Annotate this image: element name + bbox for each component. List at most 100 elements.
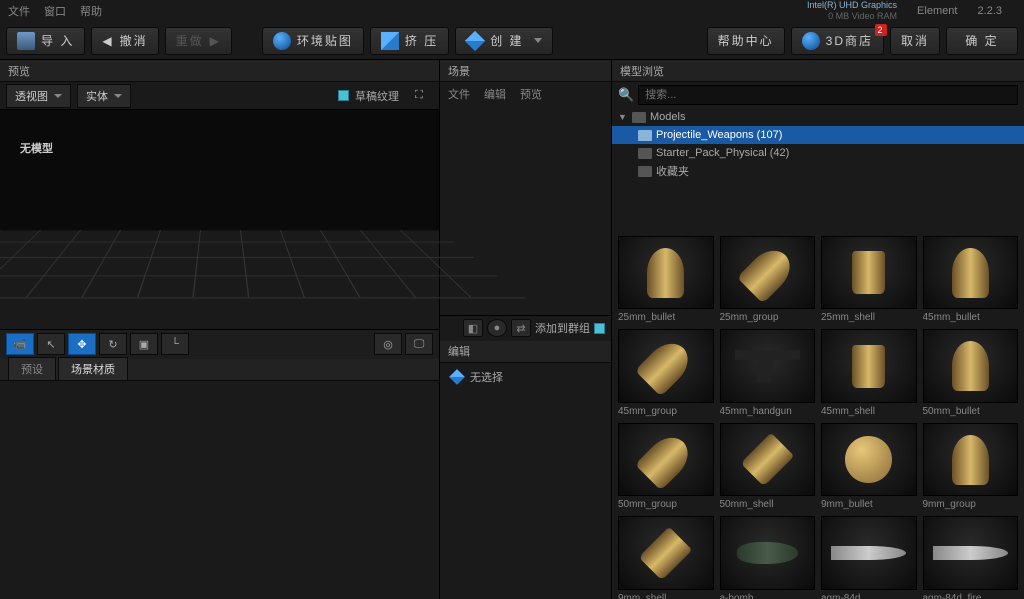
extrude-icon bbox=[381, 32, 399, 50]
menu-window[interactable]: 窗口 bbox=[44, 3, 66, 19]
tree-folder-selected[interactable]: Projectile_Weapons (107) bbox=[612, 126, 1024, 144]
thumb-label: 45mm_bullet bbox=[923, 312, 1019, 323]
vram-label: 0 MB Video RAM bbox=[807, 11, 897, 22]
model-thumb[interactable]: 45mm_bullet bbox=[923, 236, 1019, 323]
cube-icon bbox=[465, 30, 485, 50]
browser-panel-header: 模型浏览 bbox=[612, 60, 1024, 82]
undo-button[interactable]: ◀撤消 bbox=[91, 27, 158, 55]
camera-tool[interactable]: 📹 bbox=[6, 333, 34, 355]
cube-icon bbox=[449, 369, 465, 385]
model-thumb[interactable]: 25mm_shell bbox=[821, 236, 917, 323]
gpu-label: Intel(R) UHD Graphics bbox=[807, 0, 897, 11]
viewport-status: 无模型 bbox=[20, 140, 53, 156]
model-thumb[interactable]: 45mm_group bbox=[618, 329, 714, 416]
scene-edit[interactable]: 编辑 bbox=[484, 86, 506, 102]
draft-checkbox[interactable] bbox=[338, 90, 349, 101]
menu-help[interactable]: 帮助 bbox=[80, 3, 102, 19]
model-thumb[interactable]: 45mm_handgun bbox=[720, 329, 816, 416]
tree-root[interactable]: ▼Models bbox=[612, 108, 1024, 126]
ok-button[interactable]: 确 定 bbox=[946, 27, 1018, 55]
bottom-tabs: 预设 场景材质 bbox=[0, 359, 439, 381]
undo-icon: ◀ bbox=[102, 34, 113, 48]
sphere-button[interactable]: ● bbox=[487, 319, 507, 337]
grid-floor bbox=[0, 230, 526, 299]
target-tool[interactable]: ◎ bbox=[374, 333, 402, 355]
globe-icon bbox=[273, 32, 291, 50]
axis-button[interactable]: ◧ bbox=[463, 319, 483, 337]
thumb-label: 9mm_group bbox=[923, 499, 1019, 510]
tree-folder[interactable]: Starter_Pack_Physical (42) bbox=[612, 144, 1024, 162]
model-thumb[interactable]: 9mm_group bbox=[923, 423, 1019, 510]
model-thumb[interactable]: 25mm_group bbox=[720, 236, 816, 323]
folder-icon bbox=[17, 32, 35, 50]
scene-preview[interactable]: 预览 bbox=[520, 86, 542, 102]
model-thumb[interactable]: 50mm_bullet bbox=[923, 329, 1019, 416]
draft-label: 草稿纹理 bbox=[355, 88, 399, 104]
store-badge: 2 bbox=[875, 24, 887, 36]
thumb-label: agm-84d_fire bbox=[923, 593, 1019, 599]
model-thumb[interactable]: agm-84d_fire bbox=[923, 516, 1019, 599]
search-icon: 🔍 bbox=[618, 87, 634, 103]
scene-submenu: 文件 编辑 预览 bbox=[440, 82, 611, 106]
extrude-button[interactable]: 挤 压 bbox=[370, 27, 449, 55]
thumb-label: 9mm_bullet bbox=[821, 499, 917, 510]
thumb-label: 25mm_shell bbox=[821, 312, 917, 323]
model-thumb[interactable]: 9mm_bullet bbox=[821, 423, 917, 510]
model-thumb[interactable]: 45mm_shell bbox=[821, 329, 917, 416]
import-button[interactable]: 导 入 bbox=[6, 27, 85, 55]
preview-viewport[interactable]: 无模型 bbox=[0, 110, 439, 329]
edit-panel-header: 编辑 bbox=[440, 341, 611, 363]
edit-panel-body bbox=[440, 391, 611, 599]
folder-icon bbox=[638, 148, 652, 159]
model-thumb[interactable]: 50mm_shell bbox=[720, 423, 816, 510]
system-info: Intel(R) UHD Graphics 0 MB Video RAM bbox=[807, 0, 897, 22]
move-tool[interactable]: ✥ bbox=[68, 333, 96, 355]
model-thumb[interactable]: agm-84d bbox=[821, 516, 917, 599]
monitor-tool[interactable]: 🖵 bbox=[405, 333, 433, 355]
cancel-button[interactable]: 取消 bbox=[890, 27, 940, 55]
search-input[interactable] bbox=[638, 85, 1018, 105]
transform-tools: 📹 ↖ ✥ ↻ ▣ └ ◎ 🖵 bbox=[0, 329, 439, 359]
display-mode-dropdown[interactable]: 实体 bbox=[77, 84, 131, 108]
thumb-label: 45mm_handgun bbox=[720, 406, 816, 417]
scale-tool[interactable]: ▣ bbox=[130, 333, 158, 355]
scene-file[interactable]: 文件 bbox=[448, 86, 470, 102]
environment-button[interactable]: 环境贴图 bbox=[262, 27, 364, 55]
thumb-label: agm-84d bbox=[821, 593, 917, 599]
store-button[interactable]: 3D商店2 bbox=[791, 27, 884, 55]
thumb-label: 45mm_shell bbox=[821, 406, 917, 417]
redo-icon: ▶ bbox=[210, 34, 221, 48]
thumb-label: 45mm_group bbox=[618, 406, 714, 417]
link-button[interactable]: ⇄ bbox=[511, 319, 531, 337]
rotate-tool[interactable]: ↻ bbox=[99, 333, 127, 355]
model-thumb[interactable]: 25mm_bullet bbox=[618, 236, 714, 323]
no-selection: 无选择 bbox=[440, 363, 611, 391]
folder-icon bbox=[638, 130, 652, 141]
create-button[interactable]: 创 建 bbox=[455, 27, 552, 55]
menu-bar: 文件 窗口 帮助 Intel(R) UHD Graphics 0 MB Vide… bbox=[0, 0, 1024, 22]
fullscreen-icon[interactable]: ⛶ bbox=[405, 85, 433, 107]
select-tool[interactable]: ↖ bbox=[37, 333, 65, 355]
group-checkbox[interactable] bbox=[594, 323, 605, 334]
model-thumb[interactable]: 50mm_group bbox=[618, 423, 714, 510]
model-thumb[interactable]: a-bomb bbox=[720, 516, 816, 599]
menu-file[interactable]: 文件 bbox=[8, 3, 30, 19]
thumb-label: a-bomb bbox=[720, 593, 816, 599]
anchor-tool[interactable]: └ bbox=[161, 333, 189, 355]
view-mode-dropdown[interactable]: 透视图 bbox=[6, 84, 71, 108]
tab-preset[interactable]: 预设 bbox=[8, 357, 56, 381]
thumb-label: 50mm_group bbox=[618, 499, 714, 510]
model-thumb[interactable]: 9mm_shell bbox=[618, 516, 714, 599]
thumb-label: 25mm_bullet bbox=[618, 312, 714, 323]
help-center-button[interactable]: 帮助中心 bbox=[707, 27, 785, 55]
material-panel bbox=[0, 381, 439, 599]
thumb-label: 50mm_shell bbox=[720, 499, 816, 510]
scene-panel-header: 场景 bbox=[440, 60, 611, 82]
redo-button[interactable]: 重做▶ bbox=[165, 27, 232, 55]
thumb-label: 25mm_group bbox=[720, 312, 816, 323]
tree-favorites[interactable]: 收藏夹 bbox=[612, 162, 1024, 180]
tab-scene-material[interactable]: 场景材质 bbox=[58, 357, 128, 381]
globe-icon bbox=[802, 32, 820, 50]
preview-panel-header: 预览 bbox=[0, 60, 439, 82]
preview-controls: 透视图 实体 草稿纹理 ⛶ bbox=[0, 82, 439, 110]
